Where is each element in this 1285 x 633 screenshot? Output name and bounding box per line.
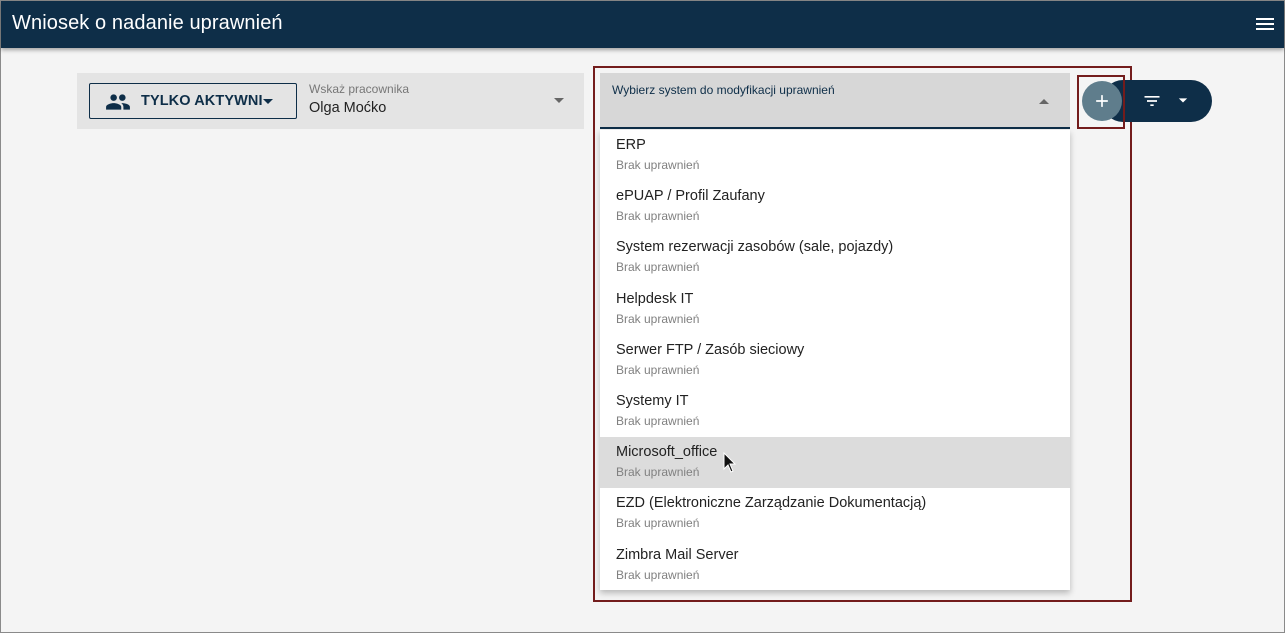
- system-option-it-systems[interactable]: Systemy IT Brak uprawnień: [600, 386, 1070, 437]
- people-icon: [105, 92, 131, 115]
- option-name: EZD (Elektroniczne Zarządzanie Dokumenta…: [616, 495, 927, 511]
- system-option-zimbra[interactable]: Zimbra Mail Server Brak uprawnień: [600, 540, 1070, 591]
- option-name: Serwer FTP / Zasób sieciowy: [616, 342, 805, 358]
- system-option-microsoft-office[interactable]: Microsoft_office Brak uprawnień: [600, 437, 1070, 488]
- option-name: Systemy IT: [616, 393, 689, 409]
- option-name: Helpdesk IT: [616, 291, 694, 307]
- only-active-toggle-button[interactable]: TYLKO AKTYWNI: [89, 83, 297, 119]
- option-status: Brak uprawnień: [616, 465, 700, 479]
- option-status: Brak uprawnień: [616, 209, 700, 223]
- caret-up-icon: [1036, 93, 1052, 114]
- employee-filter-panel: TYLKO AKTYWNI Wskaż pracownika Olga Moćk…: [77, 73, 584, 129]
- option-name: Zimbra Mail Server: [616, 547, 739, 563]
- caret-down-icon: [551, 91, 567, 114]
- option-status: Brak uprawnień: [616, 158, 700, 172]
- option-status: Brak uprawnień: [616, 260, 700, 274]
- menu-icon[interactable]: [1252, 12, 1278, 36]
- system-option-epuap[interactable]: ePUAP / Profil Zaufany Brak uprawnień: [600, 181, 1070, 232]
- only-active-label: TYLKO AKTYWNI: [141, 93, 263, 109]
- option-name: ePUAP / Profil Zaufany: [616, 188, 765, 204]
- option-status: Brak uprawnień: [616, 312, 700, 326]
- employee-select[interactable]: Wskaż pracownika Olga Moćko: [309, 79, 579, 123]
- employee-select-value: Olga Moćko: [309, 100, 387, 116]
- add-button[interactable]: [1082, 81, 1122, 121]
- system-option-helpdesk[interactable]: Helpdesk IT Brak uprawnień: [600, 284, 1070, 335]
- app-bar: Wniosek o nadanie uprawnień: [1, 1, 1284, 48]
- page-title: Wniosek o nadanie uprawnień: [12, 12, 283, 34]
- system-options-list: ERP Brak uprawnień ePUAP / Profil Zaufan…: [600, 130, 1070, 590]
- option-status: Brak uprawnień: [616, 516, 700, 530]
- system-option-ezd[interactable]: EZD (Elektroniczne Zarządzanie Dokumenta…: [600, 488, 1070, 539]
- option-name: System rezerwacji zasobów (sale, pojazdy…: [616, 239, 894, 255]
- filter-icon: [1142, 91, 1162, 116]
- system-select[interactable]: Wybierz system do modyfikacji uprawnień: [600, 73, 1070, 129]
- option-name: ERP: [616, 137, 646, 153]
- caret-down-icon: [1173, 90, 1193, 115]
- system-option-resource-booking[interactable]: System rezerwacji zasobów (sale, pojazdy…: [600, 232, 1070, 283]
- system-select-label: Wybierz system do modyfikacji uprawnień: [612, 83, 835, 97]
- system-option-ftp-server[interactable]: Serwer FTP / Zasób sieciowy Brak uprawni…: [600, 335, 1070, 386]
- option-name: Microsoft_office: [616, 444, 718, 460]
- option-status: Brak uprawnień: [616, 414, 700, 428]
- caret-down-icon: [260, 92, 276, 113]
- employee-select-label: Wskaż pracownika: [309, 82, 410, 96]
- system-option-erp[interactable]: ERP Brak uprawnień: [600, 130, 1070, 181]
- option-status: Brak uprawnień: [616, 363, 700, 377]
- option-status: Brak uprawnień: [616, 568, 700, 582]
